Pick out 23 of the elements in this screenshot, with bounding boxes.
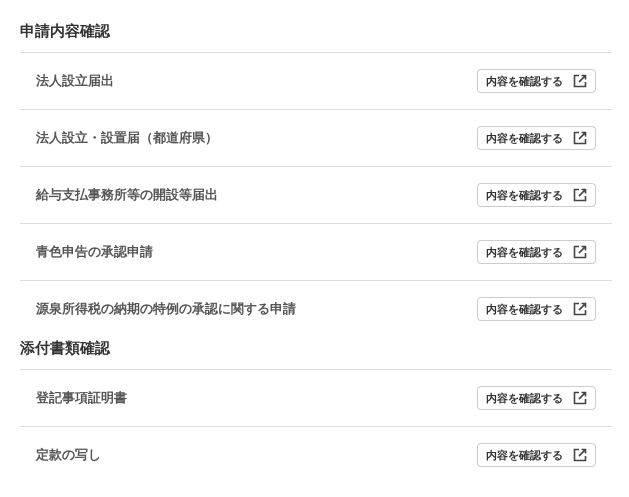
view-content-button[interactable]: 内容を確認する <box>477 69 596 93</box>
view-content-button[interactable]: 内容を確認する <box>477 126 596 150</box>
view-content-button[interactable]: 内容を確認する <box>477 240 596 264</box>
external-link-icon <box>573 188 587 202</box>
external-link-icon <box>573 74 587 88</box>
document-name: 源泉所得税の納期の特例の承認に関する申請 <box>36 301 296 318</box>
section-heading: 申請内容確認 <box>20 20 612 53</box>
document-name: 給与支払事務所等の開設等届出 <box>36 187 218 204</box>
view-content-button[interactable]: 内容を確認する <box>477 443 596 467</box>
document-name: 法人設立届出 <box>36 72 114 90</box>
external-link-icon <box>573 302 587 316</box>
external-link-icon <box>573 391 587 405</box>
external-link-icon <box>573 131 587 145</box>
document-name: 青色申告の承認申請 <box>36 244 153 261</box>
external-link-icon <box>573 245 587 259</box>
document-name: 登記事項証明書 <box>36 390 127 407</box>
document-name: 定款の写し <box>36 446 101 464</box>
document-name: 法人設立・設置届（都道府県） <box>36 130 218 147</box>
view-content-button[interactable]: 内容を確認する <box>477 297 596 321</box>
external-link-icon <box>573 448 587 462</box>
view-content-button[interactable]: 内容を確認する <box>477 386 596 410</box>
view-content-button[interactable]: 内容を確認する <box>477 183 596 207</box>
section-heading: 添付書類確認 <box>20 337 612 370</box>
